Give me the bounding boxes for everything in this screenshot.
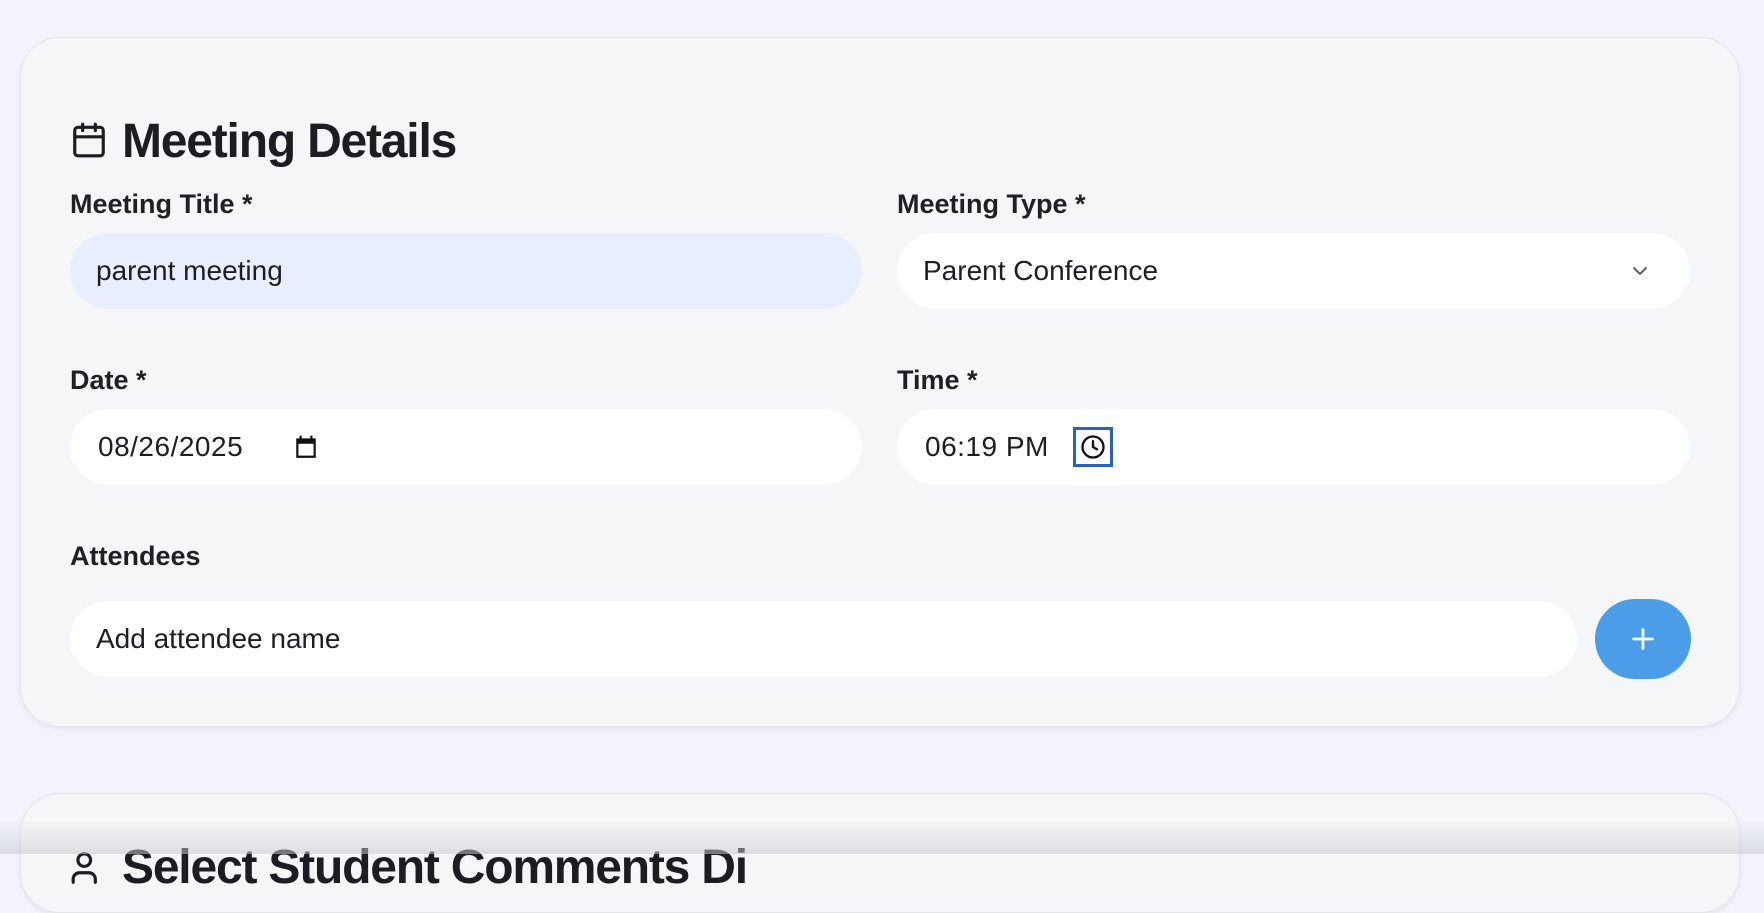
meeting-type-label: Meeting Type * xyxy=(897,189,1086,219)
meeting-type-value: Parent Conference xyxy=(923,255,1159,286)
meeting-title-input[interactable]: parent meeting xyxy=(70,233,862,309)
add-attendee-button[interactable] xyxy=(1595,599,1691,679)
users-icon xyxy=(71,851,97,884)
attendee-name-input[interactable]: Add attendee name xyxy=(70,601,1577,677)
time-label: Time * xyxy=(897,365,978,395)
attendees-label: Attendees xyxy=(70,541,201,571)
chevron-down-icon xyxy=(1633,267,1647,275)
plus-icon xyxy=(1632,628,1654,650)
meeting-title-label: Meeting Title * xyxy=(70,189,253,219)
bottom-fade xyxy=(0,820,1764,854)
time-value: 06:19 PM xyxy=(925,431,1049,462)
date-input[interactable]: 08/26/2025 xyxy=(70,409,862,485)
calendar-picker-icon[interactable] xyxy=(293,433,319,461)
time-input[interactable]: 06:19 PM xyxy=(897,409,1690,485)
meeting-details-card: Meeting Details Meeting Title * parent m… xyxy=(20,37,1740,727)
attendee-name-placeholder: Add attendee name xyxy=(96,623,341,654)
meeting-type-select[interactable]: Parent Conference xyxy=(897,233,1690,309)
section-title: Meeting Details xyxy=(122,115,457,168)
clock-icon[interactable] xyxy=(1072,427,1113,467)
calendar-icon xyxy=(70,121,108,164)
date-label: Date * xyxy=(70,365,147,395)
meeting-title-value: parent meeting xyxy=(96,255,283,286)
section-heading: Meeting Details xyxy=(70,115,457,168)
date-value: 08/26/2025 xyxy=(98,431,244,462)
